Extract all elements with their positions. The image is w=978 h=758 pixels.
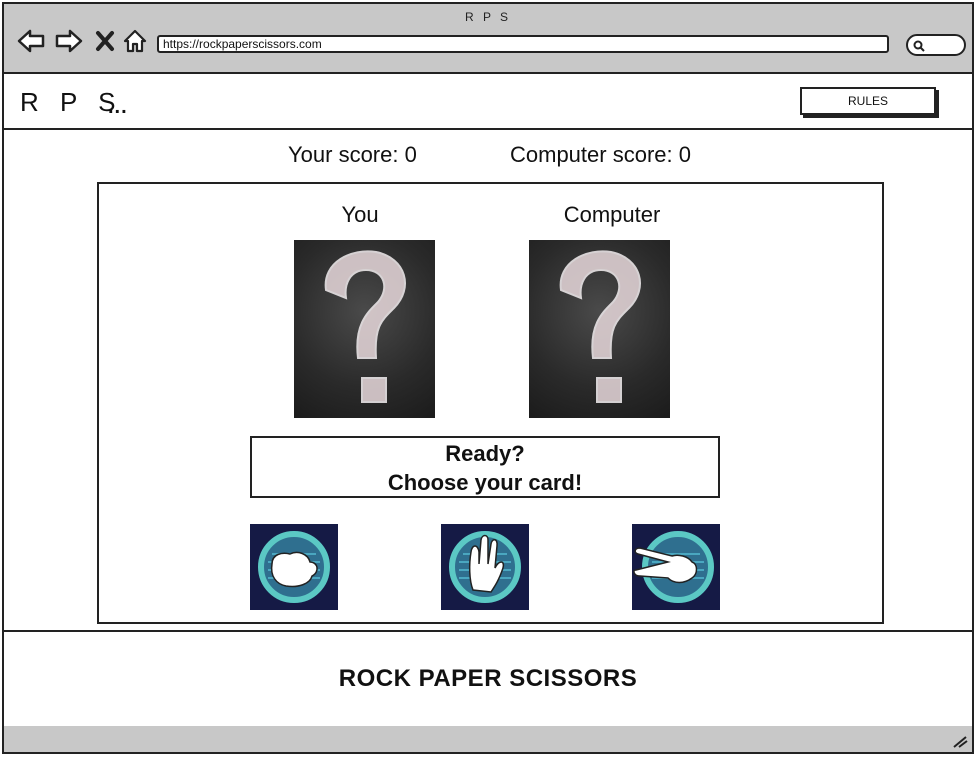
close-icon[interactable] bbox=[90, 26, 120, 56]
player-label: You bbox=[341, 202, 379, 227]
fist-icon bbox=[258, 531, 330, 603]
game-panel: You Computer Ready? Choose your card! bbox=[97, 182, 884, 624]
forward-arrow-icon[interactable] bbox=[54, 26, 84, 56]
window-title: R P S bbox=[464, 10, 512, 24]
rules-button[interactable]: RULES bbox=[800, 87, 936, 115]
status-message: Ready? Choose your card! bbox=[250, 436, 720, 498]
rock-button[interactable] bbox=[250, 524, 338, 610]
footer-title: ROCK PAPER SCISSORS bbox=[338, 665, 638, 692]
search-icon bbox=[913, 40, 925, 52]
browser-status-bar bbox=[4, 726, 972, 752]
scissors-hand-icon bbox=[633, 531, 714, 603]
back-arrow-icon[interactable] bbox=[16, 26, 46, 56]
status-line-2: Choose your card! bbox=[387, 470, 583, 495]
player-card bbox=[294, 240, 435, 418]
question-mark-icon bbox=[559, 250, 641, 403]
computer-card bbox=[529, 240, 670, 418]
brand-suffix: ... bbox=[108, 96, 128, 118]
paper-button[interactable] bbox=[441, 524, 529, 610]
computer-label: Computer bbox=[563, 202, 661, 227]
url-bar[interactable]: https://rockpaperscissors.com bbox=[157, 35, 889, 53]
footer: ROCK PAPER SCISSORS bbox=[4, 630, 972, 728]
browser-search[interactable] bbox=[906, 34, 966, 56]
player-score: Your score: 0 bbox=[288, 142, 417, 167]
score-row: Your score: 0 Computer score: 0 bbox=[4, 142, 972, 172]
open-hand-icon bbox=[449, 531, 521, 603]
question-mark-icon bbox=[324, 250, 406, 403]
app-header: R P S ... RULES bbox=[4, 74, 972, 130]
browser-window: R P S https://rockpaperscissors.com R P … bbox=[2, 2, 974, 754]
status-line-1: Ready? bbox=[445, 441, 525, 466]
scissors-button[interactable] bbox=[632, 524, 720, 610]
home-icon[interactable] bbox=[120, 26, 150, 56]
resize-grip-icon[interactable] bbox=[952, 734, 968, 748]
browser-chrome: R P S https://rockpaperscissors.com bbox=[4, 4, 972, 74]
computer-score: Computer score: 0 bbox=[510, 142, 691, 167]
